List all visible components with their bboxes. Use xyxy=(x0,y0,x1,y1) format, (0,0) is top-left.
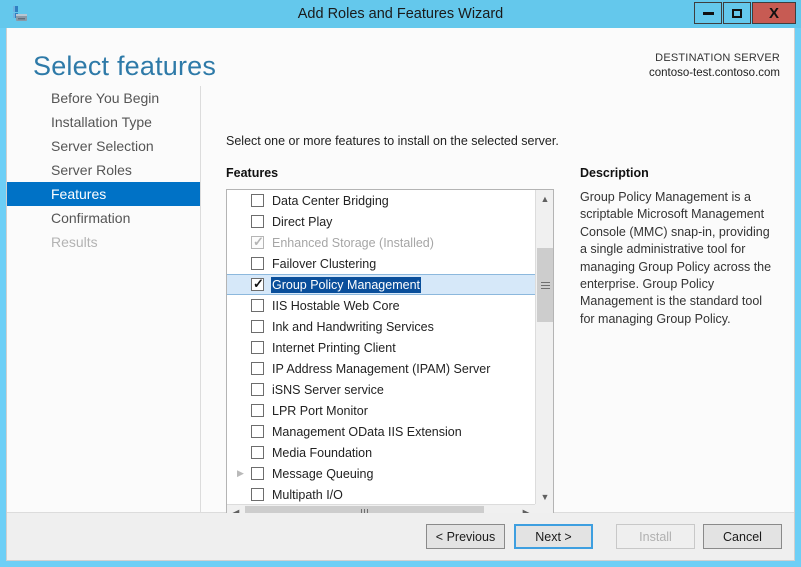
previous-button[interactable]: < Previous xyxy=(426,524,505,549)
feature-checkbox[interactable] xyxy=(251,215,264,228)
description-label: Description xyxy=(580,166,649,180)
maximize-icon xyxy=(732,9,742,18)
sidebar-item-features[interactable]: Features xyxy=(7,182,200,206)
features-section-label: Features xyxy=(226,166,278,180)
window-body: Select features DESTINATION SERVER conto… xyxy=(6,28,795,561)
sidebar-item-results: Results xyxy=(7,230,200,254)
sidebar-item-server-selection[interactable]: Server Selection xyxy=(7,134,200,158)
window-controls: X xyxy=(693,2,796,26)
feature-row[interactable]: LPR Port Monitor xyxy=(227,400,535,421)
feature-label: Media Foundation xyxy=(272,446,372,460)
sidebar-item-installation-type[interactable]: Installation Type xyxy=(7,110,200,134)
feature-row[interactable]: IP Address Management (IPAM) Server xyxy=(227,358,535,379)
sidebar-item-label: Features xyxy=(51,186,106,202)
next-button[interactable]: Next > xyxy=(514,524,593,549)
feature-row[interactable]: Direct Play xyxy=(227,211,535,232)
feature-row[interactable]: iSNS Server service xyxy=(227,379,535,400)
page-title: Select features xyxy=(33,51,216,82)
features-list-viewport: Data Center Bridging Direct Play ✓ Enhanced… xyxy=(227,190,535,505)
feature-label: Direct Play xyxy=(272,215,332,229)
sidebar-item-label: Server Roles xyxy=(51,162,132,178)
wizard-step-nav: Before You Begin Installation Type Server … xyxy=(7,86,201,512)
feature-label: IIS Hostable Web Core xyxy=(272,299,400,313)
add-roles-features-wizard-window: Add Roles and Features Wizard X Select f… xyxy=(0,0,801,567)
title-bar: Add Roles and Features Wizard X xyxy=(0,0,801,28)
close-icon: X xyxy=(769,6,779,21)
feature-row[interactable]: Data Center Bridging xyxy=(227,190,535,211)
sidebar-item-label: Before You Begin xyxy=(51,90,159,106)
install-button: Install xyxy=(616,524,695,549)
destination-server-label: DESTINATION SERVER xyxy=(649,51,780,66)
feature-row[interactable]: Ink and Handwriting Services xyxy=(227,316,535,337)
sidebar-item-label: Results xyxy=(51,234,98,250)
feature-checkbox[interactable] xyxy=(251,299,264,312)
main-pane: Select one or more features to install o… xyxy=(201,86,794,512)
scroll-down-icon[interactable]: ▼ xyxy=(536,488,554,505)
feature-row[interactable]: IIS Hostable Web Core xyxy=(227,295,535,316)
feature-checkbox: ✓ xyxy=(251,236,264,249)
scroll-up-icon[interactable]: ▲ xyxy=(536,190,554,207)
feature-row[interactable]: Multipath I/O xyxy=(227,484,535,505)
scrollbar-grip-icon xyxy=(541,282,550,289)
sidebar-item-label: Confirmation xyxy=(51,210,130,226)
maximize-button[interactable] xyxy=(723,2,751,24)
sidebar-item-server-roles[interactable]: Server Roles xyxy=(7,158,200,182)
feature-label: Internet Printing Client xyxy=(272,341,396,355)
feature-row[interactable]: ✓ Group Policy Management xyxy=(227,274,535,295)
feature-label: LPR Port Monitor xyxy=(272,404,368,418)
expand-chevron-icon[interactable]: ▶ xyxy=(237,469,251,478)
sidebar-item-label: Server Selection xyxy=(51,138,154,154)
content-area: Select features DESTINATION SERVER conto… xyxy=(7,28,794,513)
feature-label: IP Address Management (IPAM) Server xyxy=(272,362,490,376)
feature-label: Group Policy Management xyxy=(271,277,421,293)
feature-row[interactable]: Internet Printing Client xyxy=(227,337,535,358)
check-icon: ✓ xyxy=(253,277,264,290)
feature-checkbox[interactable] xyxy=(251,341,264,354)
feature-checkbox[interactable] xyxy=(251,320,264,333)
instruction-text: Select one or more features to install o… xyxy=(226,134,559,148)
destination-server-name: contoso-test.contoso.com xyxy=(649,66,780,81)
feature-row[interactable]: Media Foundation xyxy=(227,442,535,463)
minimize-icon xyxy=(703,12,714,15)
feature-row[interactable]: ✓ Enhanced Storage (Installed) xyxy=(227,232,535,253)
vertical-scrollbar[interactable]: ▲ ▼ xyxy=(535,190,553,505)
feature-checkbox[interactable] xyxy=(251,257,264,270)
feature-label: Failover Clustering xyxy=(272,257,376,271)
close-button[interactable]: X xyxy=(752,2,796,24)
feature-checkbox[interactable] xyxy=(251,425,264,438)
check-icon: ✓ xyxy=(253,235,264,248)
sidebar-item-before-you-begin[interactable]: Before You Begin xyxy=(7,86,200,110)
window-title: Add Roles and Features Wizard xyxy=(0,0,801,28)
feature-row[interactable]: Management OData IIS Extension xyxy=(227,421,535,442)
feature-checkbox[interactable] xyxy=(251,446,264,459)
feature-checkbox[interactable]: ✓ xyxy=(251,278,264,291)
footer-button-bar: < Previous Next > Install Cancel xyxy=(7,513,794,560)
description-text: Group Policy Management is a scriptable … xyxy=(580,189,776,328)
feature-row[interactable]: ▶ Message Queuing xyxy=(227,463,535,484)
cancel-button[interactable]: Cancel xyxy=(703,524,782,549)
feature-checkbox[interactable] xyxy=(251,467,264,480)
feature-label: Multipath I/O xyxy=(272,488,343,502)
sidebar-item-label: Installation Type xyxy=(51,114,152,130)
vertical-scrollbar-thumb[interactable] xyxy=(537,248,553,322)
feature-checkbox[interactable] xyxy=(251,194,264,207)
feature-checkbox[interactable] xyxy=(251,488,264,501)
feature-checkbox[interactable] xyxy=(251,404,264,417)
feature-label: Management OData IIS Extension xyxy=(272,425,462,439)
feature-row[interactable]: Failover Clustering xyxy=(227,253,535,274)
feature-label: Data Center Bridging xyxy=(272,194,389,208)
feature-checkbox[interactable] xyxy=(251,362,264,375)
feature-label: Message Queuing xyxy=(272,467,373,481)
feature-label: iSNS Server service xyxy=(272,383,384,397)
sidebar-item-confirmation[interactable]: Confirmation xyxy=(7,206,200,230)
features-listbox[interactable]: Data Center Bridging Direct Play ✓ Enhanced… xyxy=(226,189,554,523)
feature-label: Ink and Handwriting Services xyxy=(272,320,434,334)
feature-checkbox[interactable] xyxy=(251,383,264,396)
destination-server-block: DESTINATION SERVER contoso-test.contoso.… xyxy=(649,51,780,81)
feature-label: Enhanced Storage (Installed) xyxy=(272,236,434,250)
minimize-button[interactable] xyxy=(694,2,722,24)
